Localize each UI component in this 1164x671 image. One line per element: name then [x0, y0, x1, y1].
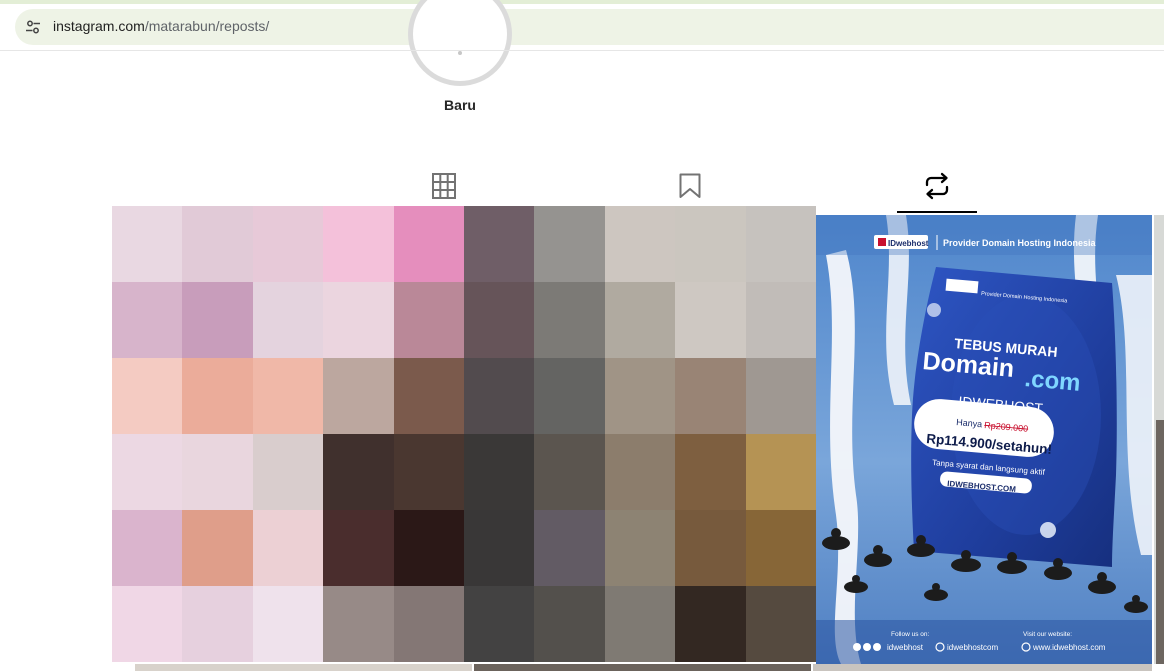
- mosaic-cell: [112, 206, 183, 282]
- ad-image: IDwebhost Provider Domain Hosting Indone…: [816, 215, 1152, 664]
- ad-tld: .com: [1023, 365, 1081, 397]
- website-text: www.idwebhost.com: [1032, 643, 1106, 652]
- mosaic-cell: [464, 510, 535, 586]
- mosaic-cell: [182, 282, 253, 358]
- mosaic-cell: [252, 586, 324, 662]
- facebook-icon: [853, 643, 861, 651]
- highlight-label: Baru: [444, 97, 476, 113]
- address-bar[interactable]: instagram.com/matarabun/reposts/: [15, 9, 1164, 45]
- mosaic-cell: [182, 586, 253, 662]
- visit-label: Visit our website:: [1023, 631, 1072, 638]
- bookmark-icon: [679, 173, 701, 198]
- mosaic-cell: [675, 434, 746, 510]
- mosaic-cell: [604, 586, 676, 662]
- mosaic-cell: [182, 510, 253, 586]
- mosaic-cell: [393, 282, 464, 358]
- mosaic-cell: [112, 282, 183, 358]
- next-row-thumbnail-1[interactable]: [135, 664, 472, 671]
- youtube-icon: [863, 643, 871, 651]
- mosaic-cell: [675, 282, 746, 358]
- mosaic-cell: [464, 434, 535, 510]
- mosaic-cell: [675, 358, 746, 434]
- mosaic-cell: [464, 206, 535, 282]
- plus-icon: [458, 51, 462, 55]
- url-path: /matarabun/reposts/: [144, 18, 270, 34]
- mosaic-cell: [252, 510, 324, 586]
- next-row-thumbnail-3[interactable]: [813, 664, 1152, 671]
- next-post-photo-edge: [1156, 420, 1164, 664]
- mosaic-cell: [534, 206, 605, 282]
- tab-posts[interactable]: [426, 168, 462, 204]
- mosaic-cell: [393, 586, 464, 662]
- mosaic-cell: [112, 434, 183, 510]
- next-row-thumbnail-2[interactable]: [474, 664, 811, 671]
- mosaic-cell: [464, 358, 535, 434]
- mosaic-cell: [323, 282, 394, 358]
- url-host: instagram.com: [53, 18, 145, 34]
- mosaic-cell: [604, 206, 676, 282]
- mosaic-cell: [323, 358, 394, 434]
- tiktok-icon: [873, 643, 881, 651]
- mosaic-cell: [323, 206, 394, 282]
- mosaic-cell: [745, 510, 816, 586]
- active-tab-indicator: [897, 211, 977, 213]
- mosaic-cell: [252, 282, 324, 358]
- header-tagline: Provider Domain Hosting Indonesia: [943, 238, 1097, 248]
- mosaic-cell: [323, 586, 394, 662]
- mosaic-cell: [745, 206, 816, 282]
- tune-icon[interactable]: [25, 19, 41, 35]
- mosaic-cell: [604, 282, 676, 358]
- tab-saved[interactable]: [672, 168, 708, 204]
- mosaic-cell: [534, 358, 605, 434]
- mosaic-cell: [323, 434, 394, 510]
- highlight-new-ring[interactable]: [408, 0, 512, 86]
- mosaic-cell: [252, 434, 324, 510]
- mosaic-cell: [323, 510, 394, 586]
- grid-icon: [432, 173, 456, 199]
- mosaic-cell: [393, 206, 464, 282]
- mosaic-cell: [745, 586, 816, 662]
- mosaic-cell: [745, 358, 816, 434]
- mosaic-cell: [112, 510, 183, 586]
- highlight-new-inner: [413, 0, 507, 81]
- mosaic-cell: [182, 434, 253, 510]
- mosaic-cell: [745, 434, 816, 510]
- mosaic-cell: [182, 206, 253, 282]
- mosaic-cell: [112, 586, 183, 662]
- repost-icon: [925, 172, 949, 200]
- mosaic-cell: [604, 510, 676, 586]
- url-text[interactable]: instagram.com/matarabun/reposts/: [53, 18, 269, 34]
- mosaic-cell: [464, 586, 535, 662]
- mosaic-cell: [112, 358, 183, 434]
- follow-label: Follow us on:: [891, 631, 929, 638]
- social-handle: idwebhost: [887, 643, 924, 652]
- mosaic-cell: [464, 282, 535, 358]
- mosaic-cell: [182, 358, 253, 434]
- browser-top-strip: [0, 0, 1164, 4]
- tab-reposts[interactable]: [919, 168, 955, 204]
- instagram-handle: idwebhostcom: [947, 643, 998, 652]
- mosaic-cell: [675, 510, 746, 586]
- mosaic-cell: [534, 434, 605, 510]
- mosaic-cell: [393, 434, 464, 510]
- brand-name: IDwebhost: [888, 239, 929, 248]
- repost-thumbnail-idwebhost[interactable]: IDwebhost Provider Domain Hosting Indone…: [816, 215, 1152, 664]
- mosaic-cell: [393, 358, 464, 434]
- pixelated-repost-thumbnail[interactable]: [112, 206, 816, 662]
- mosaic-cell: [675, 206, 746, 282]
- mosaic-cell: [252, 358, 324, 434]
- mosaic-cell: [675, 586, 746, 662]
- mosaic-cell: [604, 358, 676, 434]
- mosaic-cell: [534, 510, 605, 586]
- mosaic-cell: [534, 282, 605, 358]
- mosaic-cell: [252, 206, 324, 282]
- mosaic-cell: [534, 586, 605, 662]
- browser-toolbar-divider: [0, 50, 1164, 51]
- mosaic-cell: [604, 434, 676, 510]
- mosaic-cell: [745, 282, 816, 358]
- mosaic-cell: [393, 510, 464, 586]
